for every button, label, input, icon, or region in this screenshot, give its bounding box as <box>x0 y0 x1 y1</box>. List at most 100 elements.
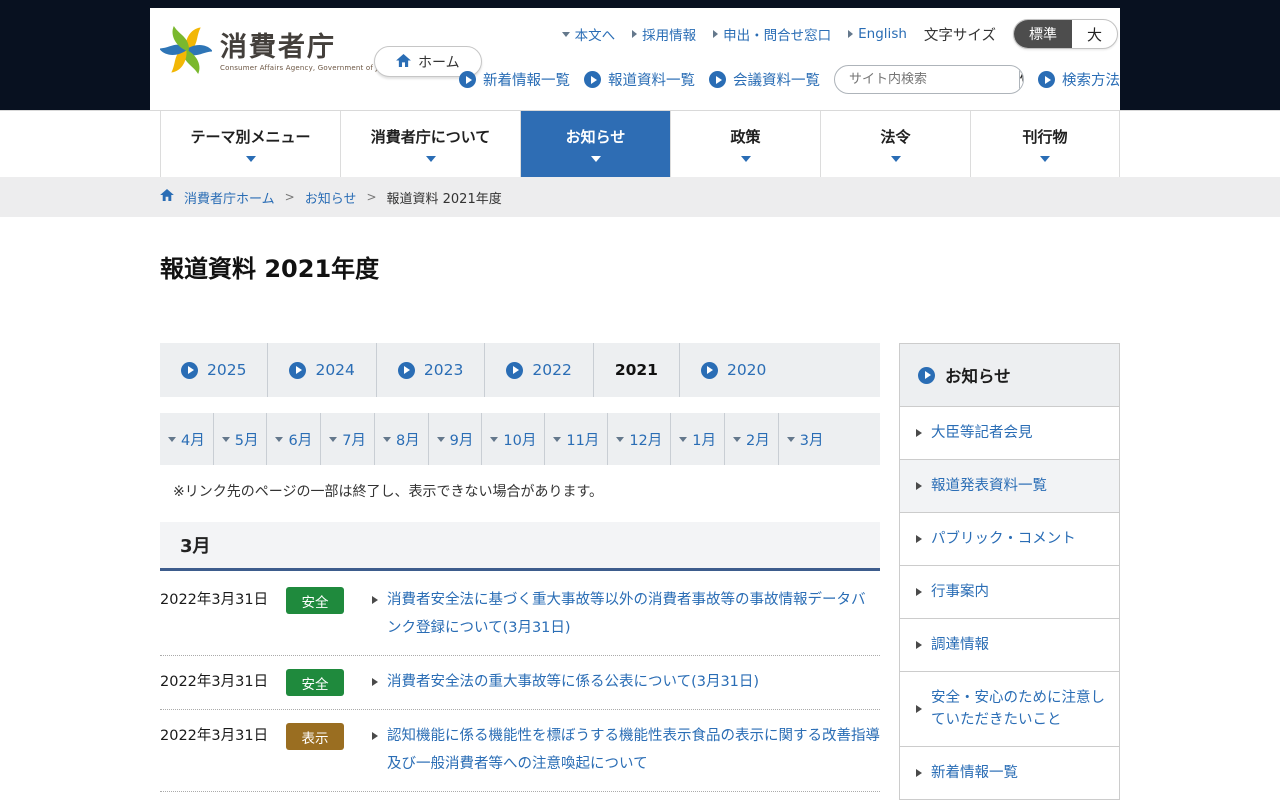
inquiry-window-link[interactable]: 申出・問合せ窓口 <box>713 24 831 44</box>
chevron-down-icon <box>275 436 284 442</box>
sidebar-item-procurement-info[interactable]: 調達情報 <box>900 618 1119 671</box>
chevron-right-icon <box>713 30 719 38</box>
breadcrumb-home-link[interactable]: 消費者庁ホーム <box>184 188 275 207</box>
sidebar-item-new-info-list[interactable]: 新着情報一覧 <box>900 746 1119 799</box>
month-link-september[interactable]: 9月 <box>427 413 482 465</box>
chevron-down-icon <box>329 436 338 442</box>
month-link-february[interactable]: 2月 <box>724 413 778 465</box>
chevron-down-icon <box>616 436 625 442</box>
month-link-november[interactable]: 11月 <box>544 413 607 465</box>
month-section-title: 3月 <box>180 536 211 557</box>
month-link-march[interactable]: 3月 <box>777 413 832 465</box>
search-input[interactable] <box>835 72 1019 87</box>
chevron-right-icon <box>916 588 922 596</box>
english-link[interactable]: English <box>848 26 907 42</box>
month-link-august[interactable]: 8月 <box>373 413 428 465</box>
site-logo[interactable]: 消費者庁 Consumer Affairs Agency, Government… <box>159 24 396 80</box>
circle-play-icon <box>709 71 726 88</box>
chevron-down-icon <box>1040 156 1050 162</box>
skip-to-content-link[interactable]: 本文へ <box>561 24 615 44</box>
month-link-june[interactable]: 6月 <box>266 413 320 465</box>
sidebar-item-event-guide[interactable]: 行事案内 <box>900 565 1119 618</box>
breadcrumb-announcements-link[interactable]: お知らせ <box>305 188 357 207</box>
font-size-large-button[interactable]: 大 <box>1072 20 1117 48</box>
circle-play-icon <box>584 71 601 88</box>
chevron-down-icon <box>425 156 436 162</box>
recruit-info-link[interactable]: 採用情報 <box>632 24 696 44</box>
new-info-list-link[interactable]: 新着情報一覧 <box>459 69 570 90</box>
year-tab-2020[interactable]: 2020 <box>678 343 787 397</box>
year-tab-2023[interactable]: 2023 <box>375 343 484 397</box>
nav-tab-theme-menu[interactable]: テーマ別メニュー <box>160 111 340 177</box>
announcements-sidebar: お知らせ 大臣等記者会見 報道発表資料一覧 パブリック・コメント 行事案内 調達… <box>899 343 1120 800</box>
press-material-list-link[interactable]: 報道資料一覧 <box>584 69 695 90</box>
sidebar-item-minister-press-conference[interactable]: 大臣等記者会見 <box>900 407 1119 459</box>
breadcrumb-bar: 消費者庁ホーム > お知らせ > 報道資料 2021年度 <box>0 177 1280 217</box>
search-help-link[interactable]: 検索方法 <box>1038 69 1120 90</box>
site-search: 検索 <box>834 65 1024 94</box>
month-filter: 4月 5月 6月 7月 8月 9月 10月 11月 12月 1月 2月 3月 <box>160 413 880 465</box>
release-title-link[interactable]: 認知機能に係る機能性を標ぼうする機能性表示食品の表示に関する改善指導及び一般消費… <box>387 722 880 778</box>
chevron-down-icon <box>740 156 751 162</box>
release-title-link[interactable]: 消費者安全法に基づく重大事故等以外の消費者事故等の事故情報データバンク登録につい… <box>387 586 880 642</box>
circle-play-icon <box>506 361 524 379</box>
chevron-down-icon <box>733 436 741 442</box>
year-tab-2024[interactable]: 2024 <box>267 343 375 397</box>
meeting-material-list-link[interactable]: 会議資料一覧 <box>709 69 820 90</box>
month-link-may[interactable]: 5月 <box>212 413 267 465</box>
month-link-july[interactable]: 7月 <box>320 413 374 465</box>
nav-tab-about[interactable]: 消費者庁について <box>340 111 520 177</box>
circle-play-icon <box>181 361 198 379</box>
chevron-right-icon <box>372 596 378 604</box>
chevron-right-icon <box>372 732 378 740</box>
font-size-standard-button[interactable]: 標準 <box>1013 20 1072 48</box>
year-filter: 2025 2024 2023 2022 2021 2020 <box>160 343 880 397</box>
nav-tab-policy[interactable]: 政策 <box>670 111 820 177</box>
release-title-link[interactable]: 消費者安全法の重大事故等に係る公表について(3月31日) <box>387 668 880 696</box>
chevron-down-icon <box>890 156 901 162</box>
chevron-down-icon <box>590 156 601 162</box>
chevron-down-icon <box>168 436 176 442</box>
nav-tab-laws[interactable]: 法令 <box>820 111 970 177</box>
chevron-right-icon <box>916 429 922 437</box>
font-size-toggle: 標準 大 <box>1012 19 1118 49</box>
home-icon <box>160 189 174 205</box>
category-badge: 安全 <box>286 587 344 614</box>
chevron-right-icon <box>916 641 922 649</box>
sidebar-item-safety-cautions[interactable]: 安全・安心のために注意していただきたいこと <box>900 671 1119 746</box>
month-link-december[interactable]: 12月 <box>607 413 670 465</box>
category-badge: 安全 <box>286 669 344 696</box>
month-link-october[interactable]: 10月 <box>481 413 544 465</box>
chevron-right-icon <box>916 769 922 777</box>
sidebar-item-public-comment[interactable]: パブリック・コメント <box>900 512 1119 565</box>
breadcrumb-separator: > <box>284 190 295 204</box>
release-date: 2022年3月31日 <box>160 674 269 690</box>
search-button[interactable]: 検索 <box>1019 66 1023 93</box>
page-title: 報道資料 2021年度 <box>160 255 380 283</box>
chevron-down-icon <box>679 436 688 442</box>
month-link-january[interactable]: 1月 <box>670 413 724 465</box>
press-release-row: 2022年3月31日 安全 消費者安全法に基づく重大事故等以外の消費者事故等の事… <box>160 574 880 656</box>
chevron-right-icon <box>848 30 854 38</box>
agency-name: 消費者庁 <box>220 31 336 63</box>
chevron-down-icon <box>553 436 562 442</box>
press-release-row: 2022年3月31日 表示 認知機能に係る機能性を標ぼうする機能性表示食品の表示… <box>160 710 880 792</box>
sidebar-item-press-release-list[interactable]: 報道発表資料一覧 <box>900 459 1119 512</box>
chevron-down-icon <box>245 156 256 162</box>
font-size-label: 文字サイズ <box>923 27 996 44</box>
quick-links-row: 新着情報一覧 報道資料一覧 会議資料一覧 検索 検索方法 <box>459 65 1120 94</box>
chevron-down-icon <box>382 436 391 442</box>
global-nav: テーマ別メニュー 消費者庁について お知らせ 政策 法令 刊行物 <box>0 110 1280 177</box>
caa-press-release-page: { "colors": { "accent_blue": "#2a6db5", … <box>0 0 1280 800</box>
chevron-down-icon <box>436 436 445 442</box>
release-date: 2022年3月31日 <box>160 592 269 608</box>
nav-tab-announcements[interactable]: お知らせ <box>520 111 670 177</box>
month-section-header: 3月 <box>160 522 880 571</box>
year-tab-2022[interactable]: 2022 <box>484 343 592 397</box>
year-tab-2025[interactable]: 2025 <box>160 343 267 397</box>
nav-tab-publications[interactable]: 刊行物 <box>970 111 1120 177</box>
circle-play-icon <box>918 366 935 384</box>
month-link-april[interactable]: 4月 <box>160 413 213 465</box>
utility-nav: 本文へ 採用情報 申出・問合せ窓口 English 文字サイズ 標準 大 <box>561 19 1118 49</box>
chevron-right-icon <box>632 30 638 38</box>
